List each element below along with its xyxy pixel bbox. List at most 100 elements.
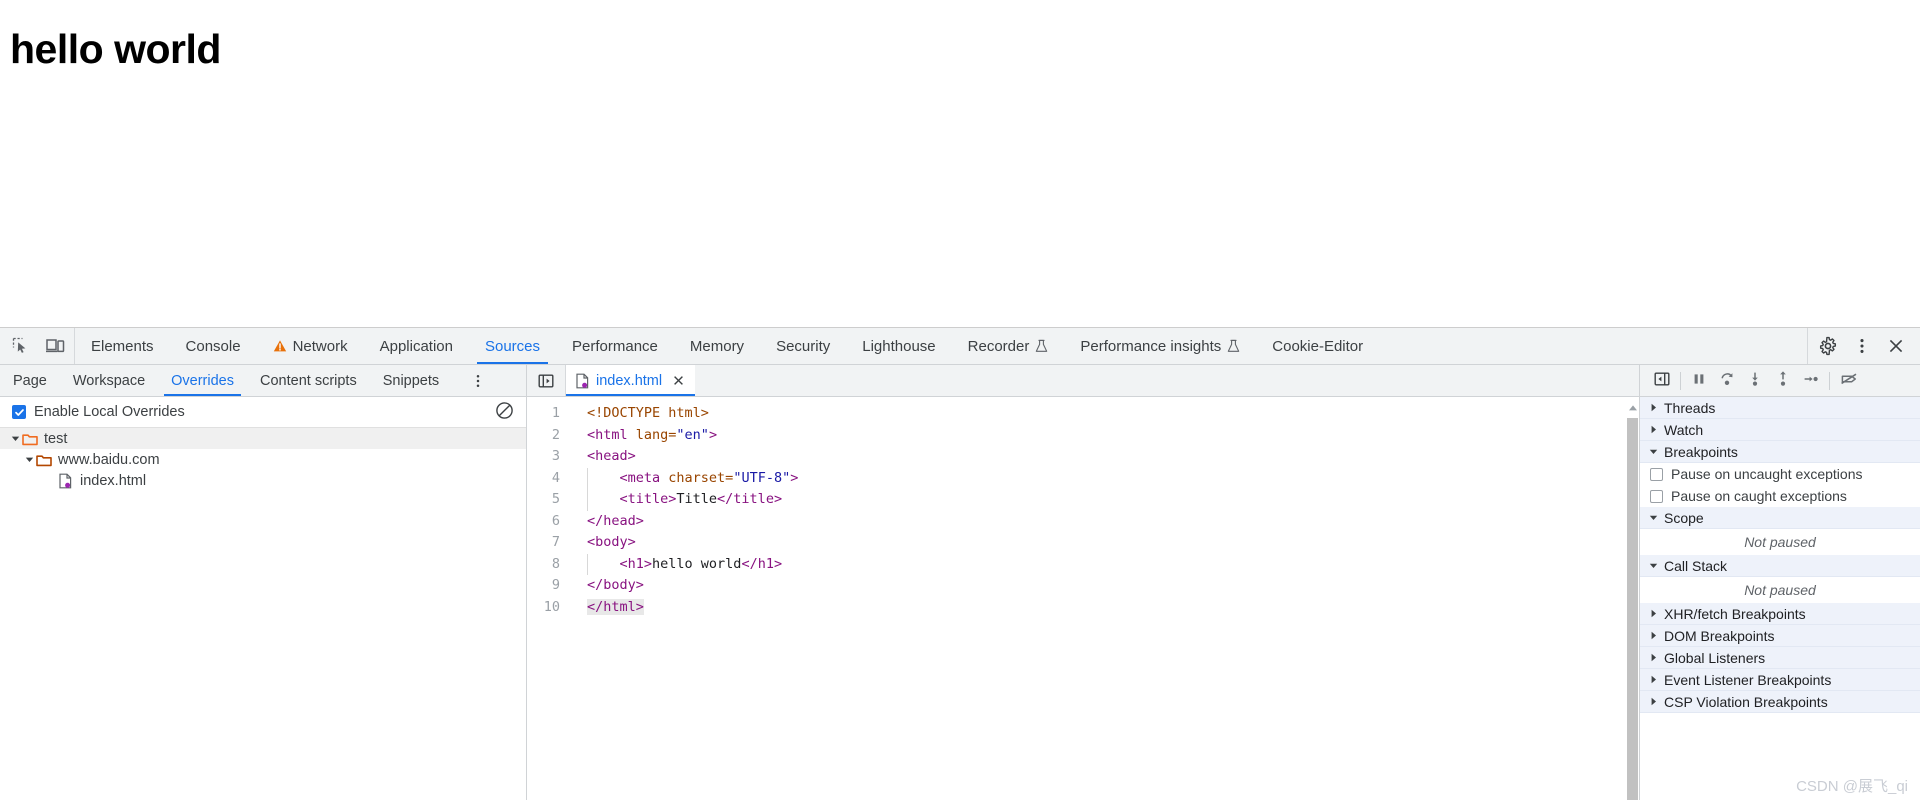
step-out-icon[interactable] (1774, 370, 1792, 392)
code-token: </h1> (741, 555, 783, 572)
debugger-section-xhr-fetch-breakpoints[interactable]: XHR/fetch Breakpoints (1640, 603, 1920, 625)
debugger-section-label: Scope (1664, 509, 1704, 526)
code-line[interactable]: <h1>hello world</h1> (587, 553, 1626, 575)
navigator-tab-page[interactable]: Page (0, 365, 60, 396)
clear-overrides-icon[interactable] (495, 401, 514, 424)
line-number[interactable]: 4 (527, 468, 560, 490)
navigator-tab-content-scripts[interactable]: Content scripts (247, 365, 370, 396)
tree-folder-row[interactable]: www.baidu.com (0, 449, 526, 470)
debugger-section-scope[interactable]: Scope (1640, 507, 1920, 529)
line-number[interactable]: 7 (527, 532, 560, 554)
devtools-tab-performance-insights[interactable]: Performance insights (1064, 328, 1256, 364)
device-toolbar-icon[interactable] (44, 335, 66, 357)
code-token: <body> (587, 534, 636, 550)
devtools-tab-console[interactable]: Console (170, 328, 257, 364)
debugger-section-event-listener-breakpoints[interactable]: Event Listener Breakpoints (1640, 669, 1920, 691)
line-number[interactable]: 1 (527, 403, 560, 425)
twisty-collapsed-icon[interactable] (1648, 675, 1658, 684)
code-line[interactable]: <title>Title</title> (587, 489, 1626, 511)
line-number[interactable]: 5 (527, 489, 560, 511)
step-into-icon[interactable] (1746, 370, 1764, 392)
scroll-up-arrow-icon[interactable] (1628, 399, 1638, 416)
twisty-collapsed-icon[interactable] (1648, 425, 1658, 434)
close-icon[interactable] (1886, 336, 1906, 356)
code-line[interactable]: </body> (587, 575, 1626, 597)
checkbox-unchecked-icon[interactable] (1650, 467, 1663, 481)
debugger-checkbox-row[interactable]: Pause on uncaught exceptions (1640, 463, 1920, 485)
code-line[interactable]: <head> (587, 446, 1626, 468)
devtools-tab-network[interactable]: Network (257, 328, 364, 364)
twisty-expanded-icon[interactable] (22, 455, 36, 464)
line-number[interactable]: 2 (527, 425, 560, 447)
twisty-collapsed-icon[interactable] (1648, 697, 1658, 706)
code-line[interactable]: <!DOCTYPE html> (587, 403, 1626, 425)
debugger-section-dom-breakpoints[interactable]: DOM Breakpoints (1640, 625, 1920, 647)
debugger-checkbox-row[interactable]: Pause on caught exceptions (1640, 485, 1920, 507)
pause-script-icon[interactable] (1690, 370, 1708, 392)
code-content[interactable]: <!DOCTYPE html> <html lang="en"> <head> <m… (569, 403, 1626, 800)
debugger-section-call-stack[interactable]: Call Stack (1640, 555, 1920, 577)
devtools-tab-lighthouse[interactable]: Lighthouse (846, 328, 951, 364)
flask-icon (1035, 339, 1048, 353)
toggle-navigator-icon[interactable] (527, 365, 566, 396)
line-number[interactable]: 3 (527, 446, 560, 468)
devtools-tab-performance[interactable]: Performance (556, 328, 674, 364)
devtools-tab-cookie-editor[interactable]: Cookie-Editor (1256, 328, 1379, 364)
sources-navigator: Page Workspace Overrides Content scripts Sni… (0, 365, 527, 800)
code-line[interactable]: <meta charset="UTF-8"> (587, 467, 1626, 489)
twisty-expanded-icon[interactable] (1648, 447, 1658, 456)
folder-icon (22, 432, 39, 446)
line-number[interactable]: 9 (527, 575, 560, 597)
editor-vertical-scrollbar[interactable] (1626, 397, 1639, 800)
code-line[interactable]: </head> (587, 511, 1626, 533)
debugger-section-threads[interactable]: Threads (1640, 397, 1920, 419)
line-number[interactable]: 8 (527, 554, 560, 576)
inspect-element-icon[interactable] (10, 335, 32, 357)
code-editor-area[interactable]: 1 2 3 4 5 6 7 8 9 10 <!DOCTYPE html> <html lang="e… (527, 397, 1639, 800)
more-options-icon[interactable] (1852, 336, 1872, 356)
editor-tab-index-html[interactable]: index.html (566, 365, 696, 396)
navigator-tab-overrides[interactable]: Overrides (158, 365, 247, 396)
code-line[interactable]: <html lang="en"> (587, 425, 1626, 447)
navigator-more-icon[interactable] (460, 365, 498, 396)
devtools-tab-memory[interactable]: Memory (674, 328, 760, 364)
twisty-collapsed-icon[interactable] (1648, 653, 1658, 662)
code-line[interactable]: </html> (587, 597, 1626, 619)
twisty-expanded-icon[interactable] (8, 434, 22, 443)
tree-folder-row[interactable]: test (0, 428, 526, 449)
navigator-tab-workspace[interactable]: Workspace (60, 365, 158, 396)
step-icon[interactable] (1802, 370, 1820, 392)
twisty-expanded-icon[interactable] (1648, 513, 1658, 522)
debugger-section-csp-violation-breakpoints[interactable]: CSP Violation Breakpoints (1640, 691, 1920, 713)
devtools-tab-label: Memory (689, 337, 745, 355)
devtools-tab-elements[interactable]: Elements (75, 328, 170, 364)
step-over-icon[interactable] (1718, 370, 1736, 392)
debugger-section-global-listeners[interactable]: Global Listeners (1640, 647, 1920, 669)
navigator-tab-snippets[interactable]: Snippets (370, 365, 452, 396)
devtools-tab-sources[interactable]: Sources (469, 328, 556, 364)
debugger-section-watch[interactable]: Watch (1640, 419, 1920, 441)
devtools-tab-label: Network (292, 337, 348, 355)
checkbox-unchecked-icon[interactable] (1650, 489, 1663, 503)
tree-file-row[interactable]: index.html (0, 470, 526, 491)
editor-tab-close-icon[interactable] (672, 374, 685, 387)
line-number[interactable]: 10 (527, 597, 560, 619)
twisty-collapsed-icon[interactable] (1648, 609, 1658, 618)
devtools-tab-application[interactable]: Application (364, 328, 469, 364)
navigator-tab-label: Content scripts (260, 372, 357, 389)
code-line[interactable]: <body> (587, 532, 1626, 554)
devtools-tab-security[interactable]: Security (760, 328, 846, 364)
devtools-tab-recorder[interactable]: Recorder (952, 328, 1065, 364)
settings-gear-icon[interactable] (1818, 336, 1838, 356)
twisty-collapsed-icon[interactable] (1648, 631, 1658, 640)
twisty-expanded-icon[interactable] (1648, 561, 1658, 570)
twisty-collapsed-icon[interactable] (1648, 403, 1658, 412)
debugger-section-label: XHR/fetch Breakpoints (1664, 605, 1806, 622)
show-debugger-sidebar-icon[interactable] (1653, 370, 1671, 392)
scrollbar-thumb[interactable] (1627, 418, 1638, 800)
debugger-section-breakpoints[interactable]: Breakpoints (1640, 441, 1920, 463)
code-token: <head> (587, 448, 636, 464)
enable-local-overrides-checkbox[interactable]: Enable Local Overrides (12, 404, 185, 420)
deactivate-breakpoints-icon[interactable] (1839, 370, 1859, 392)
line-number[interactable]: 6 (527, 511, 560, 533)
